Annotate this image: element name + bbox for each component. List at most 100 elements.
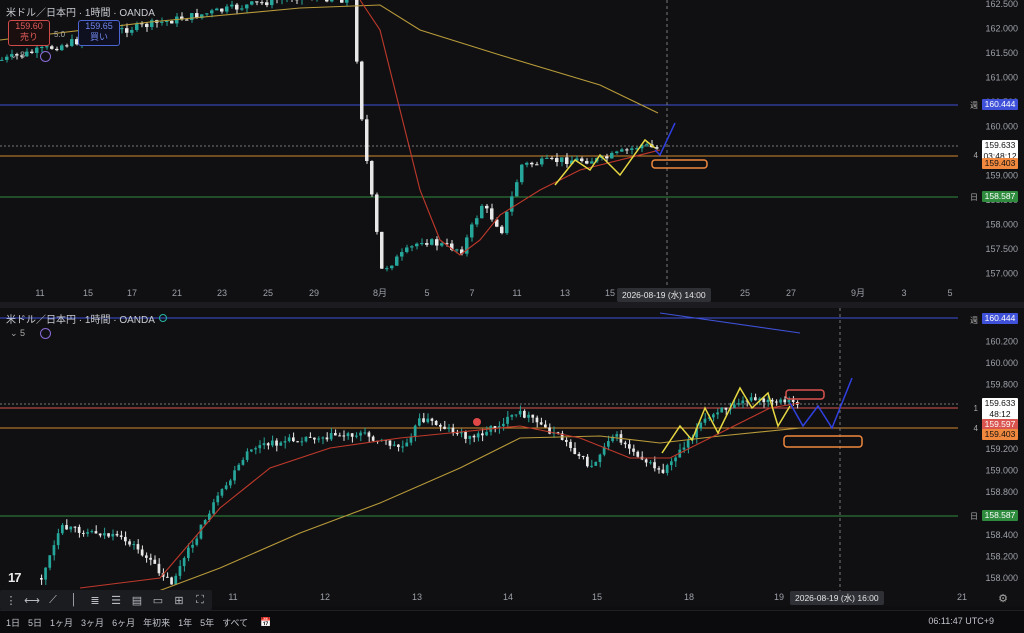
candle-body [674,458,677,462]
candle-body [624,443,627,445]
candle-body [265,2,269,5]
x-tick-label: 7 [469,288,474,298]
target-box-orange [784,436,862,447]
candle-body [99,534,102,536]
chart-title-top: 米ドル／日本円 · 1時間 · OANDA [6,4,155,19]
candle-body [120,535,123,536]
candle-body [540,159,544,165]
trend-line-icon[interactable]: ⟋ [46,593,60,607]
weekly-level-label: 週 [970,100,978,111]
candle-body [620,149,624,151]
candle-body [250,449,253,451]
buy-button[interactable]: 159.65 買い [78,20,120,46]
current-price-tag: 159.633 48:12 [982,398,1018,420]
candle-body [174,576,177,585]
y-tick-label: 161.500 [985,48,1018,58]
fib-retracement-icon[interactable]: ≣ [88,593,102,607]
vertical-line-icon[interactable]: │ [67,593,81,607]
settings-gear-icon[interactable]: ⚙ [998,592,1008,605]
candle-body [55,49,59,50]
candle-body [296,441,299,442]
sell-price: 159.60 [9,21,49,32]
range-ytd[interactable]: 年初来 [143,616,170,629]
tradingview-logo[interactable]: 17 [8,570,20,585]
candle-body [456,433,459,434]
range-1y[interactable]: 1年 [178,616,192,629]
candle-body [470,224,474,237]
candle-body [69,527,72,530]
candle-body [481,433,484,435]
range-3m[interactable]: 3ヶ月 [81,616,104,629]
candle-body [599,455,602,462]
y-tick-label: 159.000 [985,466,1018,476]
x-tick-label: 5 [424,288,429,298]
candle-body [190,13,194,20]
candle-body [321,437,324,438]
candle-body [70,39,74,46]
range-5y[interactable]: 5年 [200,616,214,629]
weekly-trend-line [660,313,800,333]
candle-body [545,158,549,159]
candle-body [720,408,723,413]
chart-canvas-bottom[interactable]: 160.400160.200160.000159.800159.600159.4… [0,308,1024,606]
candle-body [500,227,504,233]
zigzag-yellow [662,388,790,453]
candle-body [605,156,609,158]
grid-tool-icon[interactable]: ⊞ [172,593,186,607]
crop-frame-icon[interactable]: ⛶ [193,593,207,607]
collapse-chevron-icon[interactable]: ⌄ 5 [10,328,25,339]
x-tick-label: 3 [901,288,906,298]
horizontal-line-icon[interactable]: ⟷ [25,593,39,607]
candle-body [699,423,702,429]
range-5d[interactable]: 5日 [28,616,42,629]
candle-body [560,157,564,162]
pattern-icon[interactable]: ▤ [130,593,144,607]
candle-body [582,456,585,457]
fib-channel-icon[interactable]: ☰ [109,593,123,607]
current-price: 159.633 [982,140,1018,151]
range-1m[interactable]: 1ヶ月 [50,616,73,629]
indicator-circle-icon[interactable] [40,51,51,62]
rectangle-tool-icon[interactable]: ▭ [151,593,165,607]
candle-body [240,8,244,9]
x-tick-label: 11 [512,288,521,298]
range-1d[interactable]: 1日 [6,616,20,629]
bottom-range-bar: 1日 5日 1ヶ月 3ヶ月 6ヶ月 年初来 1年 5年 すべて 📅 06:11:… [0,610,1024,633]
indicator-circle-icon[interactable] [40,328,51,339]
current-price: 159.633 [982,398,1018,409]
candle-body [535,164,539,165]
goto-date-icon[interactable]: 📅 [260,617,271,628]
level-four-label: 4 [974,151,978,160]
target-box-red [786,390,824,399]
candle-body [615,434,618,437]
chart-canvas-top[interactable]: 162.500162.000161.500161.000160.500160.0… [0,0,1024,302]
candle-body [594,462,597,466]
trading-app: 162.500162.000161.500161.000160.500160.0… [0,0,1024,632]
chart-pane-top[interactable]: 162.500162.000161.500161.000160.500160.0… [0,0,1024,302]
x-tick-label: 15 [83,288,93,298]
range-all[interactable]: すべて [222,616,248,629]
x-tick-label: 5 [947,288,952,298]
drag-handle-icon[interactable]: ⋮ [4,593,18,607]
x-tick-label: 11 [228,592,237,602]
candle-body [187,548,190,558]
x-tick-label: 25 [740,288,750,298]
collapse-chevron-icon[interactable]: ⌄ 8 [10,50,25,61]
x-tick-label: 9月 [851,288,865,298]
orange-level-tag: 159.403 [982,158,1018,169]
candle-body [430,239,434,245]
range-6m[interactable]: 6ヶ月 [112,616,135,629]
candle-body [130,30,134,33]
symbol-title: 米ドル／日本円 · 1時間 · OANDA [6,315,155,326]
candle-body [590,161,594,163]
candle-body [229,480,232,485]
sell-button[interactable]: 159.60 売り [8,20,50,46]
candle-body [788,400,791,402]
candle-body [418,418,421,425]
candle-body [44,568,47,580]
candle-body [536,418,539,423]
candle-body [153,560,156,564]
candle-body [435,239,439,245]
candle-body [405,443,408,447]
chart-pane-bottom[interactable]: 160.400160.200160.000159.800159.600159.4… [0,308,1024,606]
